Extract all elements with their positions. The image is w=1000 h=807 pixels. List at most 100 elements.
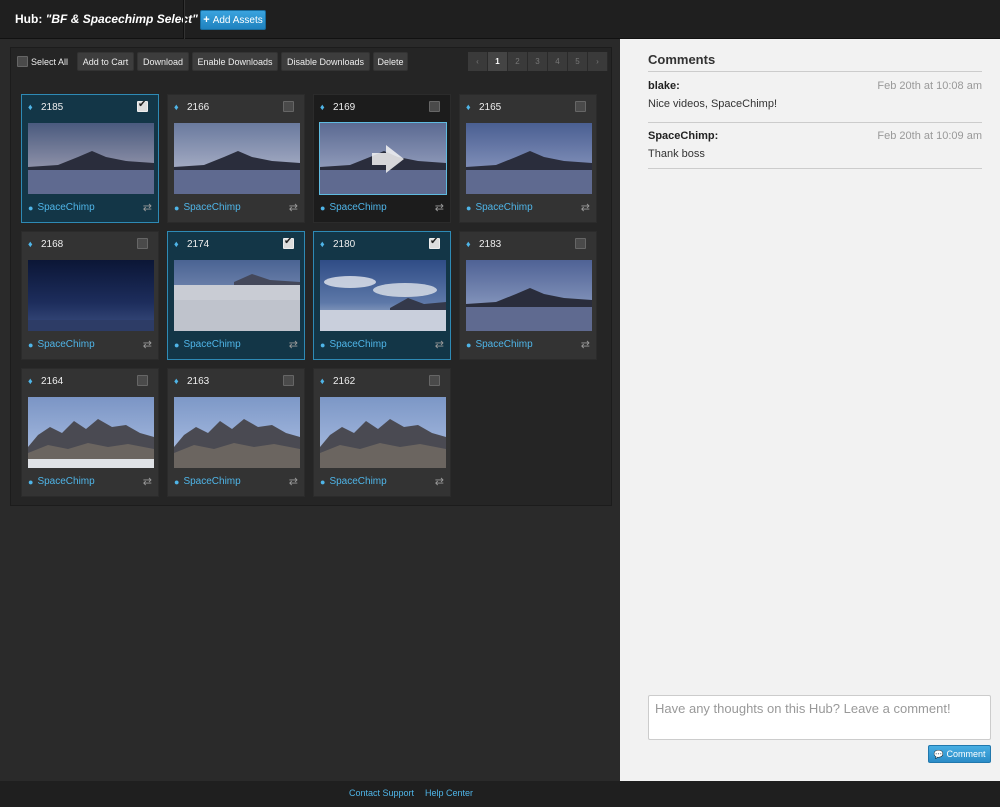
- asset-owner-label: SpaceChimp: [37, 476, 95, 487]
- asset-card[interactable]: ♦ 2168 ● SpaceChimp ⇄: [21, 231, 159, 360]
- asset-thumbnail[interactable]: [28, 397, 154, 468]
- asset-checkbox[interactable]: [137, 238, 148, 249]
- asset-card[interactable]: ♦ 2183 ● SpaceChimp ⇄: [459, 231, 597, 360]
- help-center-link[interactable]: Help Center: [425, 788, 473, 798]
- add-assets-button[interactable]: + Add Assets: [200, 10, 266, 30]
- asset-card[interactable]: ♦ 2165 ● SpaceChimp ⇄: [459, 94, 597, 223]
- asset-card[interactable]: ♦ 2162 ● SpaceChimp ⇄: [313, 368, 451, 497]
- asset-card[interactable]: ♦ 2180 ● SpaceChimp ⇄: [313, 231, 451, 360]
- pager-next[interactable]: ›: [588, 52, 608, 71]
- asset-thumbnail[interactable]: [466, 260, 592, 331]
- asset-panel: Select All Add to Cart Download Enable D…: [10, 47, 612, 506]
- swap-icon[interactable]: ⇄: [581, 338, 590, 351]
- asset-checkbox[interactable]: [137, 375, 148, 386]
- asset-thumbnail[interactable]: [174, 123, 300, 194]
- tag-icon: ♦: [174, 376, 179, 386]
- asset-thumbnail[interactable]: [174, 397, 300, 468]
- asset-checkbox[interactable]: [429, 236, 440, 249]
- asset-owner[interactable]: ● SpaceChimp: [320, 202, 387, 213]
- delete-button[interactable]: Delete: [373, 52, 408, 71]
- pager-page-4[interactable]: 4: [548, 52, 568, 71]
- asset-card[interactable]: ♦ 2163 ● SpaceChimp ⇄: [167, 368, 305, 497]
- swap-icon[interactable]: ⇄: [289, 201, 298, 214]
- asset-checkbox[interactable]: [429, 101, 440, 112]
- asset-id: ♦ 2165: [466, 102, 501, 113]
- asset-card[interactable]: ♦ 2166 ● SpaceChimp ⇄: [167, 94, 305, 223]
- plus-icon: +: [203, 14, 210, 26]
- asset-thumbnail[interactable]: [320, 397, 446, 468]
- comment-input[interactable]: [648, 695, 991, 740]
- asset-owner[interactable]: ● SpaceChimp: [466, 202, 533, 213]
- asset-owner[interactable]: ● SpaceChimp: [174, 202, 241, 213]
- asset-id-label: 2174: [187, 239, 210, 250]
- comments-divider: [648, 122, 982, 123]
- pager-prev[interactable]: ‹: [468, 52, 488, 71]
- pager-page-2[interactable]: 2: [508, 52, 528, 71]
- asset-card[interactable]: ♦ 2174 ● SpaceChimp ⇄: [167, 231, 305, 360]
- asset-thumbnail[interactable]: [466, 123, 592, 194]
- asset-owner[interactable]: ● SpaceChimp: [28, 476, 95, 487]
- swap-icon[interactable]: ⇄: [435, 475, 444, 488]
- asset-id: ♦ 2174: [174, 239, 209, 250]
- swap-icon[interactable]: ⇄: [289, 338, 298, 351]
- comment-author: blake:: [648, 80, 680, 92]
- asset-checkbox[interactable]: [283, 375, 294, 386]
- user-icon: ●: [28, 339, 34, 350]
- header-divider: [183, 0, 184, 39]
- asset-card[interactable]: ♦ 2169 ● SpaceChimp ⇄: [313, 94, 451, 223]
- asset-owner[interactable]: ● SpaceChimp: [28, 339, 95, 350]
- swap-icon[interactable]: ⇄: [581, 201, 590, 214]
- asset-owner[interactable]: ● SpaceChimp: [320, 339, 387, 350]
- asset-owner[interactable]: ● SpaceChimp: [174, 476, 241, 487]
- asset-owner[interactable]: ● SpaceChimp: [28, 202, 95, 213]
- asset-checkbox[interactable]: [575, 101, 586, 112]
- swap-icon[interactable]: ⇄: [143, 475, 152, 488]
- swap-icon[interactable]: ⇄: [289, 475, 298, 488]
- download-button[interactable]: Download: [137, 52, 189, 71]
- footer: Contact Support Help Center: [0, 781, 1000, 807]
- enable-downloads-button[interactable]: Enable Downloads: [192, 52, 278, 71]
- asset-id: ♦ 2166: [174, 102, 209, 113]
- comments-divider: [648, 71, 982, 72]
- select-all-checkbox[interactable]: Select All: [17, 56, 68, 67]
- tag-icon: ♦: [174, 102, 179, 112]
- asset-checkbox[interactable]: [575, 238, 586, 249]
- asset-id: ♦ 2162: [320, 376, 355, 387]
- speech-bubble-icon: 💬: [933, 749, 944, 759]
- asset-id-label: 2165: [479, 102, 502, 113]
- asset-thumbnail[interactable]: [28, 260, 154, 331]
- swap-icon[interactable]: ⇄: [435, 338, 444, 351]
- swap-icon[interactable]: ⇄: [435, 201, 444, 214]
- add-to-cart-button[interactable]: Add to Cart: [77, 52, 134, 71]
- asset-thumbnail[interactable]: [174, 260, 300, 331]
- asset-owner[interactable]: ● SpaceChimp: [174, 339, 241, 350]
- tag-icon: ♦: [320, 102, 325, 112]
- asset-card[interactable]: ♦ 2164 ● SpaceChimp ⇄: [21, 368, 159, 497]
- pager-page-5[interactable]: 5: [568, 52, 588, 71]
- user-icon: ●: [28, 202, 34, 213]
- asset-thumbnail[interactable]: [319, 122, 447, 195]
- asset-thumbnail[interactable]: [320, 260, 446, 331]
- asset-checkbox[interactable]: [137, 99, 148, 112]
- swap-icon[interactable]: ⇄: [143, 201, 152, 214]
- asset-checkbox[interactable]: [283, 236, 294, 249]
- select-all-box[interactable]: [17, 56, 28, 67]
- swap-icon[interactable]: ⇄: [143, 338, 152, 351]
- comment-submit-button[interactable]: 💬 Comment: [928, 745, 991, 763]
- disable-downloads-button[interactable]: Disable Downloads: [281, 52, 370, 71]
- asset-id: ♦ 2185: [28, 102, 63, 113]
- user-icon: ●: [174, 339, 180, 350]
- asset-owner[interactable]: ● SpaceChimp: [466, 339, 533, 350]
- contact-support-link[interactable]: Contact Support: [349, 788, 414, 798]
- asset-owner[interactable]: ● SpaceChimp: [320, 476, 387, 487]
- asset-id-label: 2166: [187, 102, 210, 113]
- comment-author: SpaceChimp:: [648, 130, 719, 142]
- comments-divider: [648, 168, 982, 169]
- user-icon: ●: [320, 339, 326, 350]
- asset-checkbox[interactable]: [283, 101, 294, 112]
- asset-checkbox[interactable]: [429, 375, 440, 386]
- asset-card[interactable]: ♦ 2185 ● SpaceChimp ⇄: [21, 94, 159, 223]
- pager-page-3[interactable]: 3: [528, 52, 548, 71]
- asset-thumbnail[interactable]: [28, 123, 154, 194]
- pager-page-1[interactable]: 1: [488, 52, 508, 71]
